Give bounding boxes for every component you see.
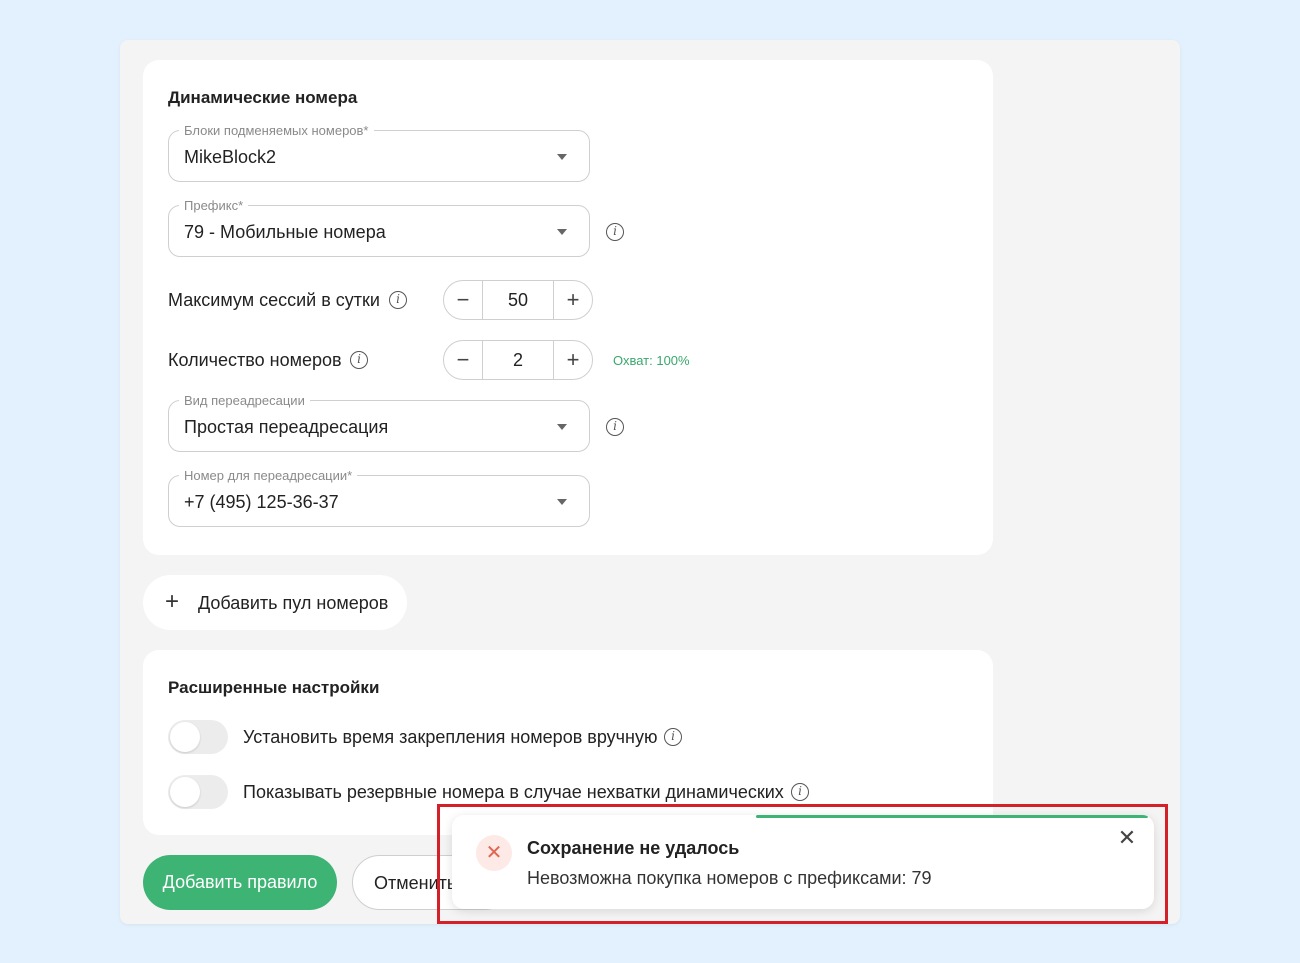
info-icon[interactable]: i xyxy=(606,223,624,241)
rule-settings-panel: Динамические номера Блоки подменяемых но… xyxy=(120,40,1180,924)
max-sessions-label: Максимум сессий в сутки xyxy=(168,290,380,310)
toggle-knob xyxy=(170,777,200,807)
plus-icon[interactable]: + xyxy=(553,281,592,319)
pin-time-label: Установить время закрепления номеров вру… xyxy=(243,727,658,747)
info-icon[interactable]: i xyxy=(389,291,407,309)
numbers-count-label: Количество номеров xyxy=(168,350,342,370)
plus-icon[interactable]: + xyxy=(553,341,592,379)
number-blocks-select[interactable]: Блоки подменяемых номеров* MikeBlock2 xyxy=(168,123,590,182)
chevron-down-icon xyxy=(557,229,567,235)
forward-number-value: +7 (495) 125-36-37 xyxy=(184,492,339,512)
prefix-label: Префикс* xyxy=(179,198,249,213)
forward-type-select[interactable]: Вид переадресации Простая переадресация xyxy=(168,393,590,452)
info-icon[interactable]: i xyxy=(791,783,809,801)
forward-type-label: Вид переадресации xyxy=(179,393,310,408)
minus-icon[interactable]: − xyxy=(444,281,483,319)
add-pool-button[interactable]: + Добавить пул номеров xyxy=(143,575,407,630)
chevron-down-icon xyxy=(557,499,567,505)
numbers-count-stepper: − 2 + xyxy=(443,340,593,380)
dynamic-numbers-card: Динамические номера Блоки подменяемых но… xyxy=(143,60,993,555)
chevron-down-icon xyxy=(557,424,567,430)
advanced-settings-title: Расширенные настройки xyxy=(168,678,380,697)
info-icon[interactable]: i xyxy=(606,418,624,436)
forward-number-select[interactable]: Номер для переадресации* +7 (495) 125-36… xyxy=(168,468,590,527)
reserve-numbers-toggle[interactable] xyxy=(168,775,228,809)
coverage-text: Охват: 100% xyxy=(613,353,690,368)
numbers-count-value[interactable]: 2 xyxy=(483,341,553,379)
highlight-frame xyxy=(437,804,1168,924)
prefix-select[interactable]: Префикс* 79 - Мобильные номера xyxy=(168,198,590,257)
forward-number-label: Номер для переадресации* xyxy=(179,468,358,483)
prefix-value: 79 - Мобильные номера xyxy=(184,222,386,242)
plus-icon: + xyxy=(165,588,180,615)
info-icon[interactable]: i xyxy=(664,728,682,746)
minus-icon[interactable]: − xyxy=(444,341,483,379)
add-rule-button[interactable]: Добавить правило xyxy=(143,855,337,910)
chevron-down-icon xyxy=(557,154,567,160)
reserve-numbers-label: Показывать резервные номера в случае нех… xyxy=(243,782,784,802)
number-blocks-label: Блоки подменяемых номеров* xyxy=(179,123,374,138)
pin-time-toggle[interactable] xyxy=(168,720,228,754)
toggle-knob xyxy=(170,722,200,752)
max-sessions-value[interactable]: 50 xyxy=(483,281,553,319)
dynamic-numbers-title: Динамические номера xyxy=(168,88,358,107)
add-pool-label: Добавить пул номеров xyxy=(198,593,389,613)
max-sessions-stepper: − 50 + xyxy=(443,280,593,320)
number-blocks-value: MikeBlock2 xyxy=(184,147,277,167)
forward-type-value: Простая переадресация xyxy=(184,417,389,437)
info-icon[interactable]: i xyxy=(350,351,368,369)
